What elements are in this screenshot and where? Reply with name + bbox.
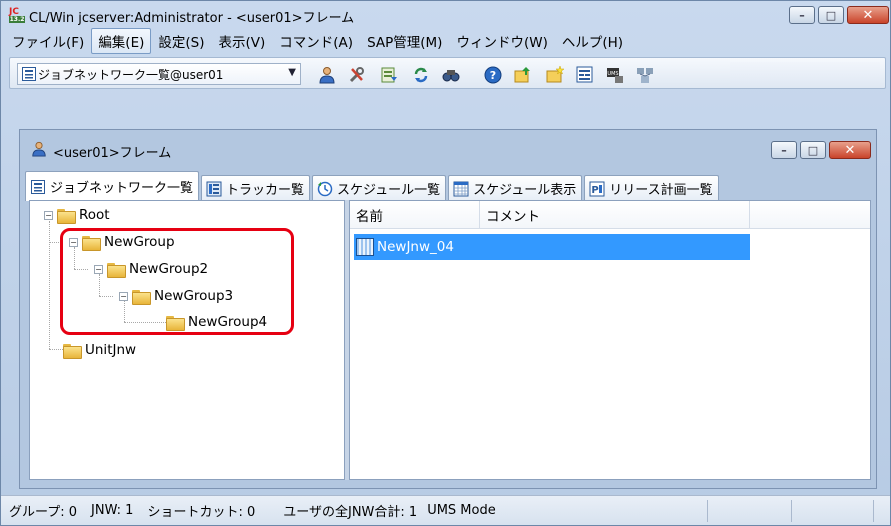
status-total-jnw: ユーザの全JNW合計: 1 (283, 505, 418, 520)
app-logo-icon: JC 13.2 (9, 8, 25, 24)
jobnet-list-panel[interactable]: 名前 コメント NewJnw_04 (349, 200, 871, 480)
view-select-value: ジョブネットワーク一覧@user01 (38, 67, 224, 82)
folder-up-icon[interactable] (514, 66, 532, 84)
new-folder-icon[interactable] (546, 66, 564, 84)
tools-icon[interactable] (348, 66, 366, 84)
status-divider (873, 500, 874, 522)
find-icon[interactable] (442, 66, 460, 84)
tab-schedule-view[interactable]: スケジュール表示 (448, 175, 583, 201)
minimize-icon: – (799, 8, 805, 22)
minimize-button[interactable]: – (789, 6, 815, 24)
frame-maximize-button[interactable]: □ (800, 141, 826, 159)
menu-edit[interactable]: 編集(E) (91, 28, 152, 54)
jobnet-list-icon (22, 67, 36, 81)
main-window: JC 13.2 CL/Win jcserver:Administrator - … (0, 0, 891, 526)
status-mode: UMS Mode (427, 503, 496, 518)
ums-icon[interactable]: UMS (606, 66, 624, 84)
maximize-icon: □ (825, 8, 837, 22)
tree-node-label: UnitJnw (85, 342, 137, 358)
status-group-count: グループ: 0 (9, 505, 78, 520)
svg-text:?: ? (490, 69, 496, 82)
folder-icon (57, 208, 76, 224)
folder-icon (63, 343, 82, 359)
close-icon: ✕ (862, 7, 874, 23)
close-icon: ✕ (844, 142, 856, 158)
release-icon: P (589, 181, 605, 196)
menu-file[interactable]: ファイル(F) (5, 28, 91, 54)
refresh-icon[interactable] (412, 66, 430, 84)
frame-minimize-button[interactable]: – (771, 141, 797, 159)
export-icon[interactable] (380, 66, 398, 84)
network-icon[interactable] (636, 66, 654, 84)
jobnet-icon (356, 238, 374, 256)
menu-sap[interactable]: SAP管理(M) (360, 28, 449, 54)
collapse-icon[interactable]: − (44, 210, 53, 220)
jobnet-list-icon (31, 179, 45, 194)
tab-release-plan[interactable]: P リリース計画一覧 (584, 175, 719, 201)
tab-label: スケジュール一覧 (337, 183, 441, 198)
toolbar: ジョブネットワーク一覧@user01 ▼ ? UMS (9, 57, 886, 89)
list-icon[interactable] (576, 66, 594, 84)
highlight-box (60, 228, 294, 335)
list-row[interactable]: NewJnw_04 (354, 234, 750, 260)
svg-text:P: P (592, 185, 599, 196)
tab-jobnet-list[interactable]: ジョブネットワーク一覧 (25, 171, 200, 201)
close-button[interactable]: ✕ (847, 6, 889, 24)
frame-title: <user01>フレーム (53, 146, 172, 161)
tree-connector (49, 349, 63, 350)
schedule-icon (317, 181, 333, 196)
tab-label: ジョブネットワーク一覧 (50, 181, 194, 196)
status-divider (791, 500, 792, 522)
column-header-comment[interactable]: コメント (480, 201, 750, 229)
frame-controls: – □ ✕ (768, 141, 871, 159)
view-select[interactable]: ジョブネットワーク一覧@user01 ▼ (17, 63, 301, 85)
list-header: 名前 コメント (350, 201, 870, 229)
tab-bar: ジョブネットワーク一覧 トラッカー覧 スケジュール一覧 スケジュール表示 P リ… (25, 171, 871, 201)
menu-bar: ファイル(F) 編集(E) 設定(S) 表示(V) コマンド(A) SAP管理(… (5, 28, 630, 54)
frame-close-button[interactable]: ✕ (829, 141, 871, 159)
menu-settings[interactable]: 設定(S) (151, 28, 211, 54)
maximize-button[interactable]: □ (818, 6, 844, 24)
menu-command[interactable]: コマンド(A) (272, 28, 360, 54)
maximize-icon: □ (807, 143, 819, 157)
column-header-name[interactable]: 名前 (350, 201, 480, 229)
user-icon (32, 141, 46, 157)
list-row-name: NewJnw_04 (377, 239, 454, 255)
tab-tracker[interactable]: トラッカー覧 (201, 175, 311, 201)
tree-node-label: Root (79, 207, 110, 223)
tree-node-root[interactable]: − Root (44, 207, 110, 224)
status-jnw-count: JNW: 1 (91, 503, 134, 518)
window-controls: – □ ✕ (786, 6, 889, 24)
tab-label: リリース計画一覧 (609, 183, 713, 198)
calendar-icon (453, 181, 469, 196)
chevron-down-icon: ▼ (288, 67, 296, 78)
minimize-icon: – (781, 143, 787, 157)
window-title: CL/Win jcserver:Administrator - <user01>… (29, 11, 355, 26)
frame-title-bar[interactable]: <user01>フレーム – □ ✕ (19, 129, 877, 167)
tab-label: スケジュール表示 (473, 183, 577, 198)
app-version-text: 13.2 (9, 16, 25, 23)
status-divider (707, 500, 708, 522)
status-bar: グループ: 0 JNW: 1 ショートカット: 0 ユーザの全JNW合計: 1 … (1, 495, 890, 525)
menu-window[interactable]: ウィンドウ(W) (449, 28, 554, 54)
tree-node-unitjnw[interactable]: UnitJnw (63, 342, 137, 359)
toolbar-empty-area (730, 62, 880, 86)
tree-connector (49, 221, 50, 349)
status-shortcut-count: ショートカット: 0 (147, 505, 256, 520)
user-icon[interactable] (318, 66, 336, 84)
tracker-icon (206, 181, 222, 196)
menu-help[interactable]: ヘルプ(H) (555, 28, 630, 54)
title-bar[interactable]: JC 13.2 CL/Win jcserver:Administrator - … (1, 1, 890, 29)
menu-view[interactable]: 表示(V) (212, 28, 273, 54)
help-icon[interactable]: ? (484, 66, 502, 84)
tab-schedule-list[interactable]: スケジュール一覧 (312, 175, 447, 201)
tab-label: トラッカー覧 (226, 183, 305, 198)
